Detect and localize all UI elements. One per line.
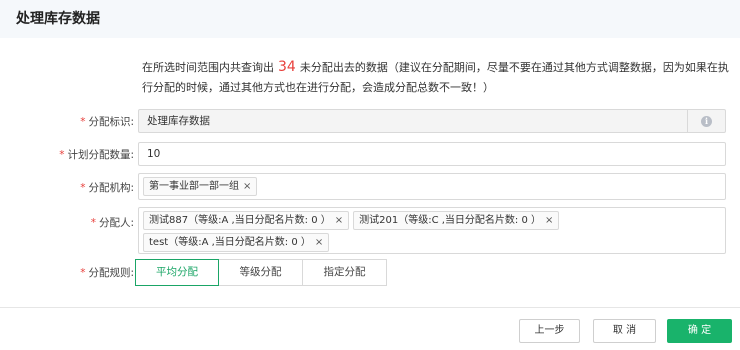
- required-mark: *: [80, 267, 86, 279]
- notice-text: 在所选时间范围内共查询出 34 未分配出去的数据（建议在分配期间，尽量不要在通过其他…: [142, 57, 732, 98]
- assignee-tag: test（等级:A ,当日分配名片数: 0 ） ×: [143, 233, 330, 252]
- organization-tag: 第一事业部一部一组 ×: [143, 177, 258, 196]
- required-mark: *: [80, 116, 86, 128]
- plan-count-input[interactable]: 10: [138, 142, 726, 166]
- notice-count: 34: [278, 59, 296, 75]
- organization-label: * 分配机构:: [80, 182, 134, 194]
- tag-remove-icon[interactable]: ×: [243, 181, 251, 192]
- assignees-select[interactable]: 测试887（等级:A ,当日分配名片数: 0 ） × 测试201（等级:C ,当日分…: [138, 207, 726, 254]
- plan-count-label: * 计划分配数量:: [59, 149, 134, 161]
- prev-step-button[interactable]: 上一步: [519, 319, 580, 343]
- footer-divider: [0, 307, 740, 308]
- allocation-id-input[interactable]: 处理库存数据 i: [138, 109, 726, 133]
- allocation-id-info-button[interactable]: i: [687, 110, 725, 132]
- rule-option-average[interactable]: 平均分配: [135, 259, 219, 286]
- required-mark: *: [80, 182, 86, 194]
- assignee-tag: 测试201（等级:C ,当日分配名片数: 0 ） ×: [353, 211, 560, 230]
- organization-select[interactable]: 第一事业部一部一组 ×: [138, 173, 726, 200]
- allocation-id-value: 处理库存数据: [147, 115, 210, 127]
- required-mark: *: [90, 217, 96, 229]
- confirm-button[interactable]: 确 定: [667, 319, 732, 343]
- plan-count-value: 10: [147, 148, 161, 160]
- info-icon: i: [701, 115, 712, 127]
- allocation-id-label: * 分配标识:: [80, 116, 134, 128]
- dialog-header: 处理库存数据: [0, 0, 740, 38]
- assignees-label: * 分配人:: [90, 217, 134, 229]
- required-mark: *: [59, 149, 65, 161]
- tag-remove-icon[interactable]: ×: [315, 237, 323, 248]
- tag-remove-icon[interactable]: ×: [545, 215, 553, 226]
- rule-option-specified[interactable]: 指定分配: [302, 259, 387, 286]
- cancel-button[interactable]: 取 消: [593, 319, 656, 343]
- rule-label: * 分配规则:: [80, 267, 134, 279]
- dialog-title: 处理库存数据: [16, 11, 100, 27]
- notice-prefix: 在所选时间范围内共查询出: [142, 61, 274, 74]
- rule-option-level[interactable]: 等级分配: [218, 259, 303, 286]
- tag-remove-icon[interactable]: ×: [335, 215, 343, 226]
- rule-segmented-control: 平均分配 等级分配 指定分配: [135, 259, 387, 286]
- assignee-tag: 测试887（等级:A ,当日分配名片数: 0 ） ×: [143, 211, 350, 230]
